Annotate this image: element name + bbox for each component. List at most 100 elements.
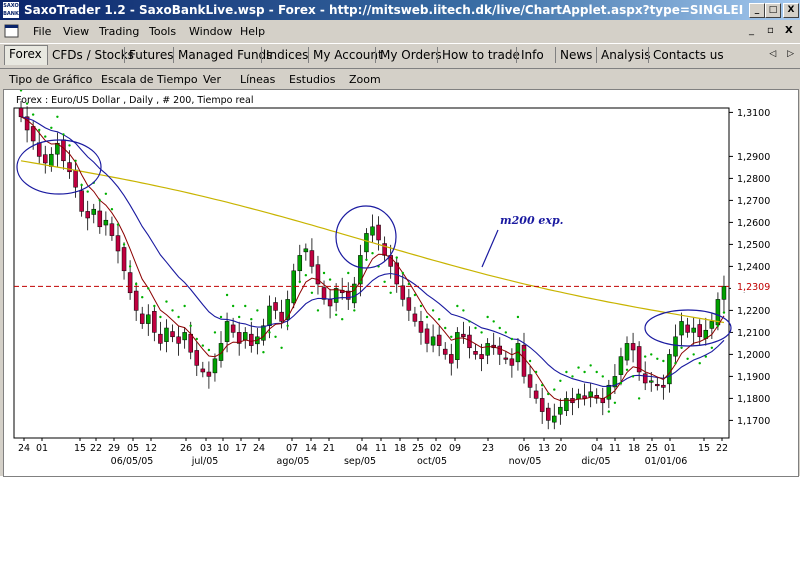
sar-dot (201, 344, 205, 347)
menu-view[interactable]: View (63, 25, 89, 38)
minimize-button[interactable]: _ (749, 3, 765, 18)
tab-futures[interactable]: Futures (124, 47, 173, 63)
sar-dot (674, 362, 677, 365)
sar-dot (353, 309, 356, 312)
close-button[interactable]: X (783, 3, 799, 18)
candle-body (206, 371, 212, 377)
scroll-left-icon[interactable]: ◁ (769, 49, 776, 59)
sar-dot (450, 335, 453, 338)
candle-body (333, 288, 339, 303)
candle-body (146, 314, 151, 324)
x-month-label: nov/05 (509, 456, 542, 467)
chart-menu-zoom[interactable]: Zoom (349, 73, 381, 86)
tab-info[interactable]: Info (516, 47, 551, 63)
chart-menu-time-scale[interactable]: Escala de Tiempo (101, 73, 198, 86)
sar-dot (147, 287, 150, 290)
tab-my-orders[interactable]: My Orders (375, 47, 442, 63)
sar-dot (268, 331, 271, 334)
tab-managed-funds[interactable]: Managed Funds (173, 47, 272, 63)
candle-body (273, 302, 278, 311)
sar-dot (141, 296, 144, 299)
candle-body (152, 311, 157, 333)
menu-window[interactable]: Window (189, 25, 232, 38)
menu-help[interactable]: Help (240, 25, 265, 38)
tab-news[interactable]: News (555, 47, 596, 63)
sar-dot (534, 370, 538, 374)
sar-dot (31, 113, 35, 116)
tab-forex[interactable]: Forex (4, 45, 48, 65)
scroll-right-icon[interactable]: ▷ (787, 49, 794, 59)
candle-body (461, 333, 466, 338)
mdi-minimize-button[interactable]: _ (749, 25, 754, 36)
tab-contacts-us[interactable]: Contacts us (648, 47, 724, 63)
saxo-logo-icon: SAXO BANK (3, 2, 19, 18)
sar-dot (86, 190, 89, 193)
mdi-restore-button[interactable]: ▫ (767, 25, 774, 36)
document-icon[interactable] (4, 24, 20, 38)
mdi-close-button[interactable]: X (785, 25, 793, 36)
sar-dot (171, 309, 174, 312)
sar-dot (486, 315, 489, 319)
candle-body (485, 343, 490, 356)
tab-how-to-trade[interactable]: How to trade (437, 47, 520, 63)
tab-indices[interactable]: Indices (261, 47, 308, 63)
sar-dot (528, 359, 532, 363)
sar-dot (110, 208, 114, 211)
y-tick-label: 1,2100 (737, 328, 770, 339)
chart-menu-studies[interactable]: Estudios (289, 73, 335, 86)
sar-dot (583, 370, 586, 374)
candle-body (182, 332, 187, 341)
sar-dot (262, 351, 265, 354)
sar-dot (625, 368, 629, 371)
candle-body (30, 126, 36, 142)
menu-trading[interactable]: Trading (99, 25, 139, 38)
candle-body (139, 313, 145, 324)
x-month-label: 01/01/06 (645, 456, 688, 467)
candle-body (400, 285, 406, 300)
x-month-label: jul/05 (191, 456, 219, 467)
candle-body (224, 321, 230, 342)
sar-dot (207, 348, 211, 352)
sar-dot (589, 364, 592, 367)
x-tick-label: 06 (518, 443, 530, 454)
x-month-label: 06/05/05 (111, 456, 154, 467)
candle-body (685, 324, 690, 333)
sar-dot (237, 315, 241, 319)
chart-menu-view[interactable]: Ver (203, 73, 221, 86)
tab-cfds-stocks[interactable]: CFDs / Stocks (47, 47, 134, 63)
x-tick-label: 04 (591, 443, 603, 454)
sar-dot (383, 280, 386, 283)
menu-file[interactable]: File (33, 25, 51, 38)
tab-scroll-arrows[interactable]: ◁ ▷ (769, 49, 794, 59)
sar-dot (504, 331, 508, 334)
tab-analysis[interactable]: Analysis (596, 47, 650, 63)
x-tick-label: 01 (36, 443, 48, 454)
sar-dot (468, 320, 471, 323)
x-tick-label: 18 (394, 443, 406, 454)
chart-menu-lines[interactable]: Líneas (240, 73, 275, 86)
sar-dot (692, 353, 695, 356)
chart-menu-bar: Tipo de Gráfico Escala de Tiempo Ver Lín… (0, 68, 800, 89)
sar-dot (250, 318, 253, 321)
x-tick-label: 22 (716, 443, 728, 454)
y-tick-label: 1,2000 (737, 350, 770, 361)
tab-my-account[interactable]: My Account (308, 47, 383, 63)
candle-body (49, 153, 54, 167)
x-tick-label: 09 (449, 443, 461, 454)
navigation-tabs: Forex CFDs / Stocks Futures Managed Fund… (0, 43, 800, 66)
candle-body (370, 226, 375, 236)
sar-dot (56, 115, 59, 118)
x-tick-label: 07 (286, 443, 298, 454)
candle-body (297, 255, 303, 272)
title-bar[interactable]: SAXO BANK SaxoTrader 1.2 - SaxoBankLive.… (0, 0, 800, 20)
ma-fast-line (20, 116, 725, 402)
menu-tools[interactable]: Tools (149, 25, 176, 38)
candle-body (188, 333, 193, 353)
price-chart[interactable]: Forex : Euro/US Dollar , Daily , # 200, … (4, 90, 798, 476)
candle-body (364, 233, 369, 253)
maximize-button[interactable]: □ (765, 3, 781, 18)
sar-dot (631, 375, 635, 378)
chart-panel[interactable]: Forex : Euro/US Dollar , Daily , # 200, … (3, 89, 799, 477)
candle-body (176, 336, 181, 344)
chart-menu-chart-type[interactable]: Tipo de Gráfico (9, 73, 92, 86)
